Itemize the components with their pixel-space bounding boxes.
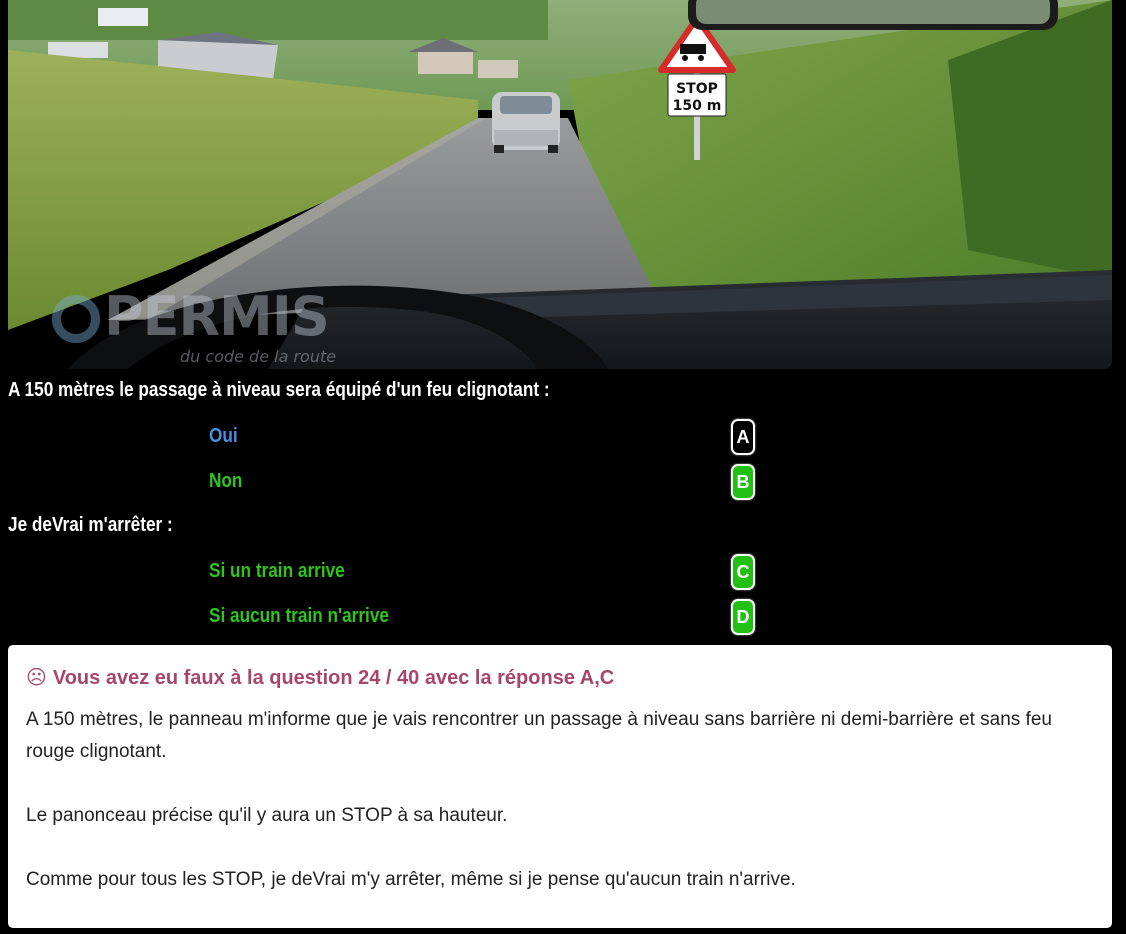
feedback-title-row: ☹ Vous avez eu faux à la question 24 / 40…: [26, 665, 1094, 690]
question-1-text: A 150 mètres le passage à niveau sera éq…: [8, 379, 550, 401]
option-c-badge[interactable]: C: [731, 554, 755, 590]
watermark: PERMIS du code de la route: [46, 285, 366, 369]
option-d-badge[interactable]: D: [731, 599, 755, 635]
option-c-label[interactable]: Si un train arrive: [209, 560, 345, 583]
feedback-panel: ☹ Vous avez eu faux à la question 24 / 40…: [8, 645, 1112, 928]
feedback-paragraph-1: A 150 mètres, le panneau m'informe que j…: [26, 709, 1052, 762]
watermark-text: PERMIS: [104, 285, 330, 348]
feedback-title: Vous avez eu faux à la question 24 / 40 …: [52, 667, 615, 689]
option-b-badge[interactable]: B: [731, 464, 755, 500]
question-2-text: Je deVrai m'arrêter :: [8, 514, 173, 536]
watermark-logo-icon: [52, 295, 100, 343]
sad-face-icon: ☹: [26, 667, 47, 689]
option-a-badge[interactable]: A: [731, 419, 755, 455]
sign-text-line-2: 150 m: [673, 98, 722, 114]
sign-text-line-1: STOP: [676, 81, 718, 97]
question-photo: STOP 150 m PERMIS du code de la route: [8, 0, 1112, 369]
option-b-label[interactable]: Non: [209, 470, 242, 493]
watermark-subtitle: du code de la route: [180, 347, 337, 366]
option-d-label[interactable]: Si aucun train n'arrive: [209, 605, 389, 628]
feedback-paragraph-2: Le panonceau précise qu'il y aura un STO…: [26, 805, 508, 826]
feedback-paragraph-3: Comme pour tous les STOP, je deVrai m'y …: [26, 869, 796, 890]
option-a-label[interactable]: Oui: [209, 425, 238, 448]
